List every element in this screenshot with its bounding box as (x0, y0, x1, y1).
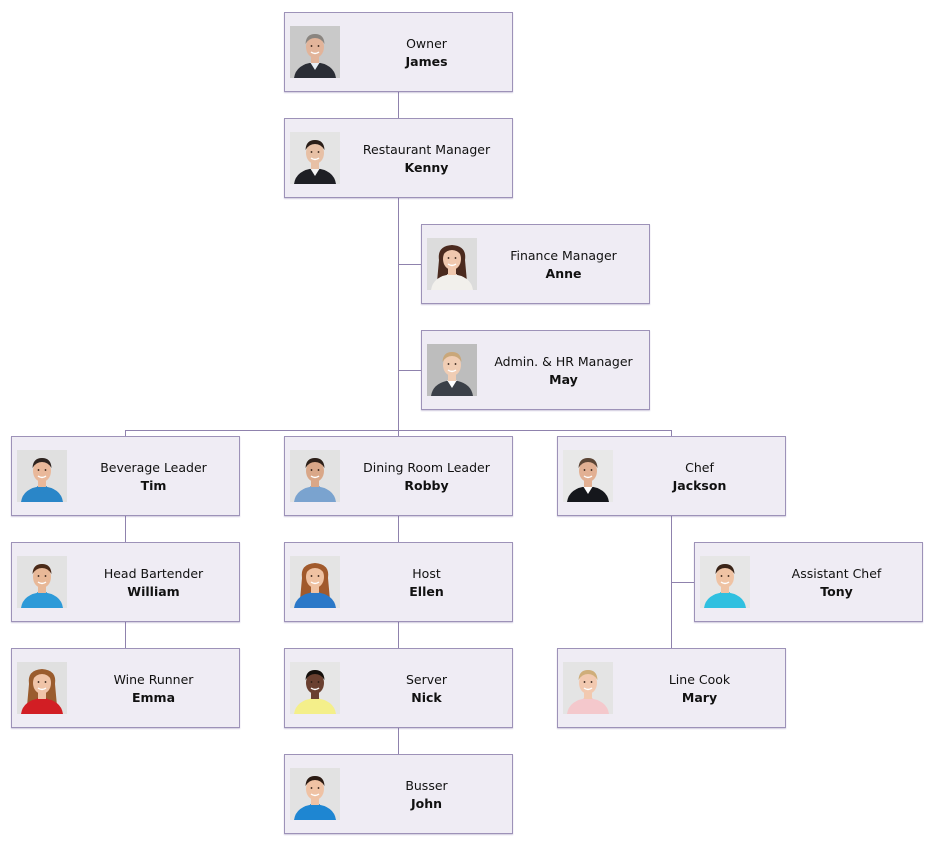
node-name: May (549, 372, 578, 387)
node-text: Server Nick (345, 671, 508, 707)
node-name: Nick (411, 690, 442, 705)
avatar-photo (17, 556, 67, 608)
node-text: Host Ellen (345, 565, 508, 601)
avatar-photo (563, 450, 613, 502)
node-text: Admin. & HR Manager May (482, 353, 645, 389)
avatar-photo (563, 662, 613, 714)
org-node-may[interactable]: Admin. & HR Manager May (421, 330, 650, 410)
connector-tim-william (124, 516, 126, 542)
connector-william-emma (124, 622, 126, 648)
connector-kenny-anne (397, 264, 421, 265)
avatar-photo (290, 26, 340, 78)
node-name: Jackson (672, 478, 727, 493)
node-title: Wine Runner (113, 672, 194, 687)
avatar-photo (427, 238, 477, 290)
node-title: Busser (405, 778, 448, 793)
node-title: Restaurant Manager (362, 142, 491, 157)
org-node-kenny[interactable]: Restaurant Manager Kenny (284, 118, 513, 198)
node-title: Head Bartender (103, 566, 204, 581)
node-text: Dining Room Leader Robby (345, 459, 508, 495)
org-node-tony[interactable]: Assistant Chef Tony (694, 542, 923, 622)
node-name: Kenny (404, 160, 449, 175)
org-node-emma[interactable]: Wine Runner Emma (11, 648, 240, 728)
connector-kenny-trunk (397, 198, 399, 430)
node-text: Busser John (345, 777, 508, 813)
node-name: Anne (545, 266, 582, 281)
avatar-photo (290, 662, 340, 714)
avatar-photo (700, 556, 750, 608)
node-text: Wine Runner Emma (72, 671, 235, 707)
node-name: Emma (131, 690, 176, 705)
org-node-james[interactable]: Owner James (284, 12, 513, 92)
org-chart: Owner James Restaurant Manager Kenny Finan… (0, 0, 936, 852)
node-title: Owner (406, 36, 447, 51)
org-node-anne[interactable]: Finance Manager Anne (421, 224, 650, 304)
connector-kenny-may (397, 370, 421, 371)
node-text: Beverage Leader Tim (72, 459, 235, 495)
node-title: Server (406, 672, 447, 687)
node-name: John (410, 796, 443, 811)
org-node-ellen[interactable]: Host Ellen (284, 542, 513, 622)
node-name: Tony (820, 584, 853, 599)
org-node-john[interactable]: Busser John (284, 754, 513, 834)
node-title: Finance Manager (510, 248, 617, 263)
org-node-jackson[interactable]: Chef Jackson (557, 436, 786, 516)
node-name: James (405, 54, 448, 69)
node-name: Tim (140, 478, 167, 493)
node-text: Finance Manager Anne (482, 247, 645, 283)
org-node-william[interactable]: Head Bartender William (11, 542, 240, 622)
avatar-photo (290, 132, 340, 184)
avatar-photo (17, 662, 67, 714)
node-title: Host (412, 566, 441, 581)
node-title: Line Cook (668, 672, 731, 687)
avatar-photo (290, 768, 340, 820)
node-name: Ellen (409, 584, 444, 599)
node-name: William (127, 584, 180, 599)
connector-jackson-tony (670, 582, 694, 583)
node-title: Dining Room Leader (363, 460, 490, 475)
org-node-nick[interactable]: Server Nick (284, 648, 513, 728)
avatar-photo (290, 556, 340, 608)
node-title: Assistant Chef (791, 566, 882, 581)
org-node-mary[interactable]: Line Cook Mary (557, 648, 786, 728)
connector-ellen-nick (397, 622, 399, 648)
node-text: Chef Jackson (618, 459, 781, 495)
avatar-photo (427, 344, 477, 396)
node-text: Line Cook Mary (618, 671, 781, 707)
node-title: Beverage Leader (100, 460, 207, 475)
org-node-tim[interactable]: Beverage Leader Tim (11, 436, 240, 516)
node-text: Restaurant Manager Kenny (345, 141, 508, 177)
node-text: Assistant Chef Tony (755, 565, 918, 601)
node-name: Robby (404, 478, 449, 493)
connector-nick-john (397, 728, 399, 754)
org-node-robby[interactable]: Dining Room Leader Robby (284, 436, 513, 516)
connector-robby-ellen (397, 516, 399, 542)
node-text: Owner James (345, 35, 508, 71)
node-title: Chef (685, 460, 714, 475)
avatar-photo (17, 450, 67, 502)
avatar-photo (290, 450, 340, 502)
node-title: Admin. & HR Manager (494, 354, 633, 369)
connector-james-kenny (397, 92, 399, 118)
node-text: Head Bartender William (72, 565, 235, 601)
node-name: Mary (681, 690, 718, 705)
